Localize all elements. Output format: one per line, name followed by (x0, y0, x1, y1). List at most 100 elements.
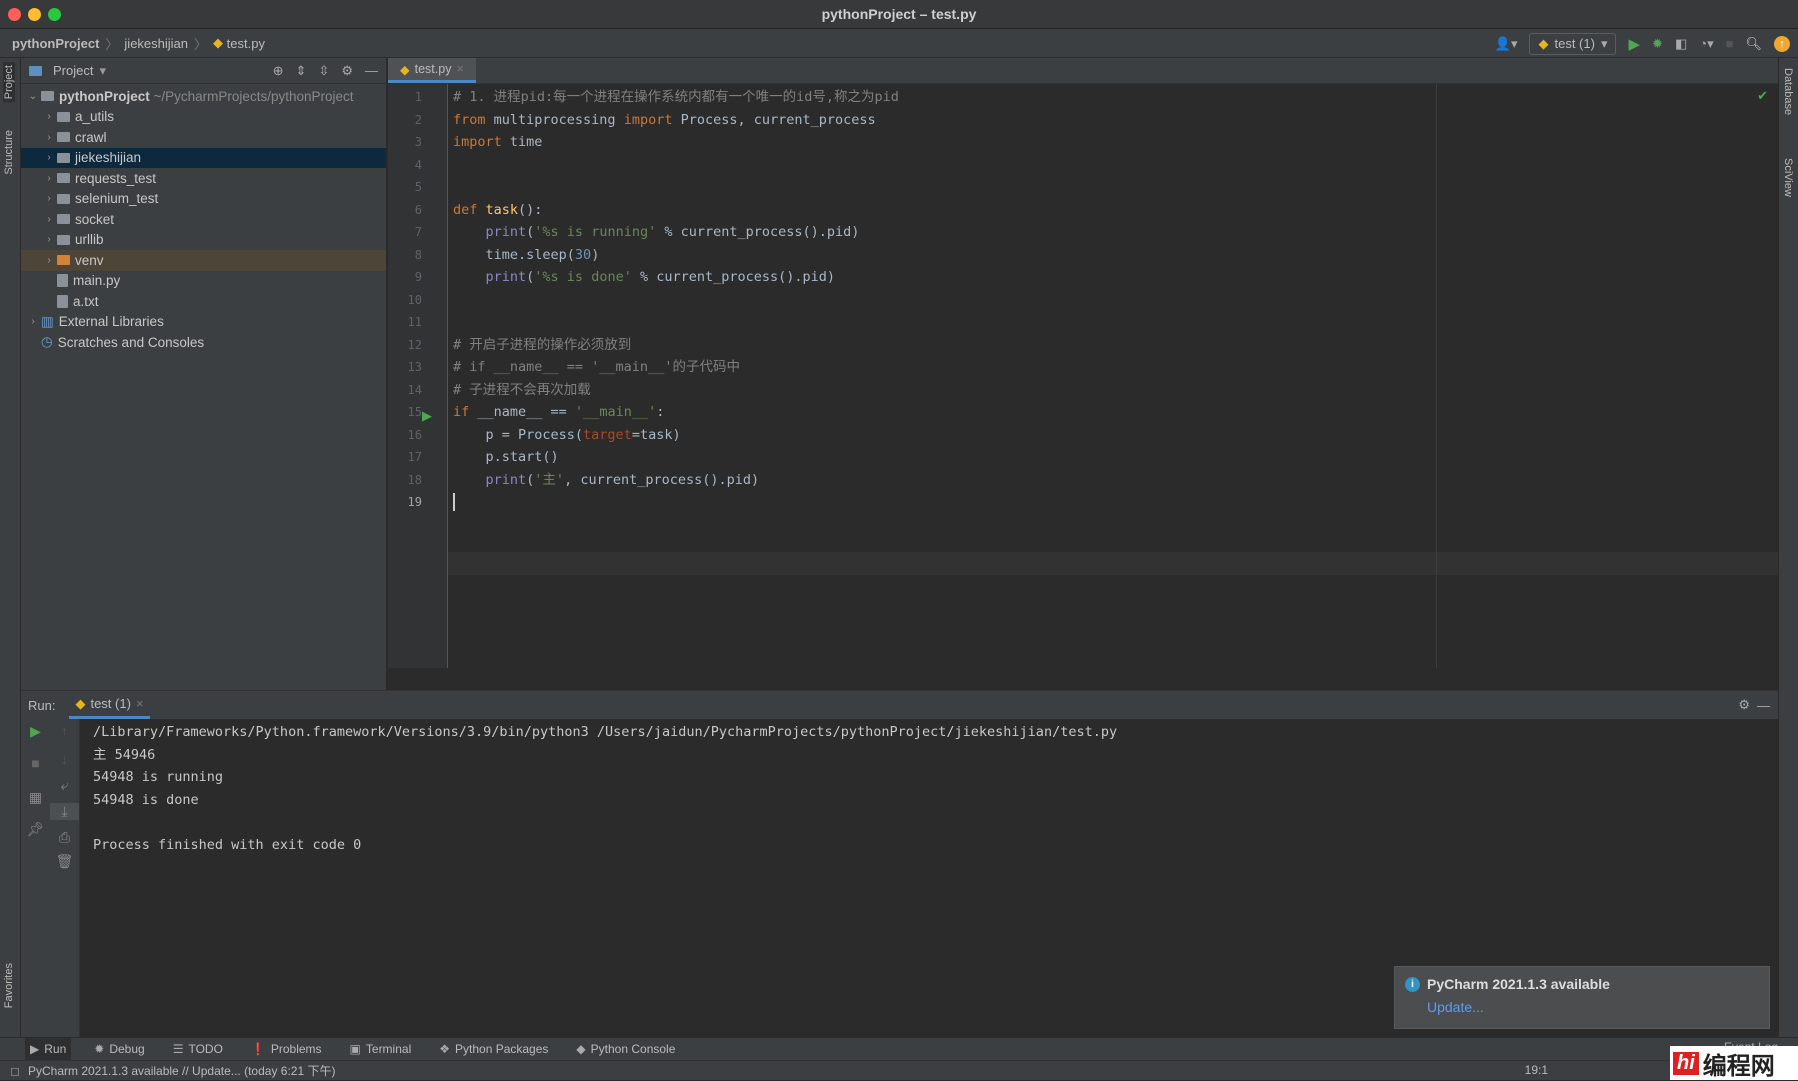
tree-item[interactable]: › urllib (21, 230, 386, 251)
tree-item-label: urllib (75, 232, 104, 248)
tree-item-label: socket (75, 211, 115, 227)
soft-wrap-icon[interactable]: ⤶ (50, 777, 79, 794)
minimize-window-button[interactable] (28, 8, 41, 21)
hide-icon[interactable]: — (365, 63, 378, 79)
close-window-button[interactable] (8, 8, 21, 21)
tree-external-libraries[interactable]: › ▥ External Libraries (21, 312, 386, 333)
tree-item[interactable]: › requests_test (21, 168, 386, 189)
tree-item[interactable]: › jiekeshijian (21, 147, 386, 168)
tool-tab-python-console[interactable]: ◆ Python Console (571, 1038, 680, 1061)
tree-item[interactable]: main.py (21, 271, 386, 292)
tool-tab-python-packages[interactable]: ❖ Python Packages (434, 1038, 553, 1061)
right-tool-stripe: Database SciView (1778, 58, 1798, 1038)
code-line[interactable]: if __name__ == '__main__': (453, 401, 664, 424)
folder-icon (57, 173, 70, 184)
breadcrumb-file[interactable]: test.py (227, 36, 265, 51)
stop-icon[interactable]: ■ (21, 755, 50, 771)
tree-item[interactable]: › crawl (21, 127, 386, 148)
sciview-tool-button[interactable]: SciView (1782, 158, 1794, 197)
structure-tool-button[interactable]: Structure (3, 130, 15, 175)
tree-root[interactable]: ⌄ pythonProject ~/PycharmProjects/pythonP… (21, 86, 386, 107)
hide-icon[interactable]: — (1757, 698, 1770, 713)
expand-arrow-icon[interactable]: › (41, 173, 57, 184)
tree-scratches[interactable]: ◷ Scratches and Consoles (21, 332, 386, 353)
expand-arrow-icon[interactable]: › (41, 111, 57, 122)
up-icon[interactable]: ↑ (50, 723, 79, 739)
tool-tab-debug[interactable]: ✹ Debug (89, 1038, 149, 1061)
gear-icon[interactable]: ⚙ (341, 63, 353, 79)
rerun-icon[interactable]: ▶ (21, 723, 50, 740)
run-label: Run: (28, 697, 56, 713)
inspection-ok-icon[interactable]: ✔ (1757, 88, 1768, 104)
run-tab[interactable]: ◆ test (1) × (69, 691, 150, 719)
folder-icon (57, 132, 70, 143)
search-icon[interactable]: 🔍︎ (1745, 36, 1762, 52)
expand-arrow-icon[interactable]: › (41, 132, 57, 143)
tool-tab-todo[interactable]: ☰ TODO (168, 1038, 228, 1061)
code-line[interactable]: from multiprocessing import Process, cur… (453, 109, 876, 132)
locate-icon[interactable]: ⊕ (273, 63, 284, 79)
breadcrumb-project[interactable]: pythonProject (12, 36, 99, 51)
line-number: 6 (414, 202, 422, 217)
zoom-window-button[interactable] (48, 8, 61, 21)
pin-icon[interactable]: 📌︎ (21, 821, 50, 838)
project-view-select[interactable]: Project (53, 63, 93, 78)
project-tool-button[interactable]: Project (3, 62, 15, 103)
code-editor[interactable]: ◆ test.py × 1 2 3 4 5 6 7 8 9 10 11 12 13 14 15 16 17 18 19 ▶… (388, 58, 1778, 668)
update-icon[interactable]: ↑ (1774, 35, 1790, 52)
close-tab-icon[interactable]: × (456, 62, 463, 76)
expand-arrow-icon[interactable]: › (41, 214, 57, 225)
code-line[interactable]: # 开启子进程的操作必须放到 (453, 334, 631, 357)
code-line[interactable]: time.sleep(30) (453, 244, 600, 267)
expand-arrow-icon[interactable]: › (41, 234, 57, 245)
print-icon[interactable]: ⎙ (50, 829, 79, 846)
code-line[interactable]: def task(): (453, 199, 542, 222)
tool-tab-run[interactable]: ▶ Run (25, 1037, 72, 1061)
tree-item[interactable]: › a_utils (21, 107, 386, 128)
code-line[interactable]: # 1. 进程pid:每一个进程在操作系统内都有一个唯一的id号,称之为pid (453, 86, 899, 109)
favorites-tool-button[interactable]: Favorites (3, 963, 15, 1008)
run-gutter-icon[interactable]: ▶ (422, 408, 432, 424)
gear-icon[interactable]: ⚙ (1738, 697, 1750, 713)
expand-arrow-icon[interactable]: › (41, 255, 57, 266)
layout-icon[interactable]: ▦ (21, 789, 50, 806)
code-line[interactable]: print('主', current_process().pid) (453, 469, 760, 492)
expand-arrow-icon[interactable]: › (41, 193, 57, 204)
run-config-select[interactable]: ◆ test (1) ▾ (1529, 32, 1617, 55)
close-tab-icon[interactable]: × (136, 696, 144, 711)
status-text[interactable]: PyCharm 2021.1.3 available // Update... … (28, 1062, 336, 1079)
user-icon[interactable]: 👤▾ (1495, 36, 1518, 52)
debug-icon[interactable]: ✹ (1652, 36, 1663, 52)
database-tool-button[interactable]: Database (1782, 68, 1794, 115)
project-view-icon (29, 65, 42, 76)
code-line[interactable]: p.start() (453, 446, 559, 469)
code-line[interactable]: p = Process(target=task) (453, 424, 681, 447)
tool-tab-terminal[interactable]: ▣ Terminal (345, 1038, 417, 1061)
stop-icon[interactable]: ■ (1726, 36, 1734, 51)
collapse-all-icon[interactable]: ⇳ (318, 63, 329, 79)
tab-test-py[interactable]: ◆ test.py × (388, 58, 476, 83)
tree-item[interactable]: a.txt (21, 291, 386, 312)
expand-arrow-icon[interactable]: › (41, 152, 57, 163)
tree-item[interactable]: › selenium_test (21, 189, 386, 210)
coverage-icon[interactable]: ◧ (1675, 36, 1687, 52)
code-line[interactable]: print('%s is running' % current_process(… (453, 221, 860, 244)
code-line[interactable]: # 子进程不会再次加载 (453, 379, 591, 402)
run-icon[interactable]: ▶ (1628, 35, 1640, 53)
code-line[interactable]: print('%s is done' % current_process().p… (453, 266, 836, 289)
down-icon[interactable]: ↓ (50, 751, 79, 767)
trash-icon[interactable]: 🗑︎ (50, 853, 79, 870)
update-link[interactable]: Update... (1427, 999, 1484, 1015)
panel-toggle-icon[interactable]: ◻ (10, 1064, 20, 1078)
tree-item[interactable]: › venv (21, 250, 386, 271)
code-line[interactable]: import time (453, 131, 542, 154)
code-line[interactable] (453, 491, 455, 514)
profile-icon[interactable]: ◔▾ (1699, 36, 1713, 52)
caret-position[interactable]: 19:1 (1525, 1063, 1548, 1077)
code-line[interactable]: # if __name__ == '__main__'的子代码中 (453, 356, 740, 379)
tree-item[interactable]: › socket (21, 209, 386, 230)
scroll-to-end-icon[interactable]: ⤓ (50, 803, 79, 820)
tool-tab-problems[interactable]: ❗ Problems (246, 1038, 327, 1061)
breadcrumb-folder[interactable]: jiekeshijian (124, 36, 188, 51)
expand-all-icon[interactable]: ⇕ (296, 63, 307, 79)
